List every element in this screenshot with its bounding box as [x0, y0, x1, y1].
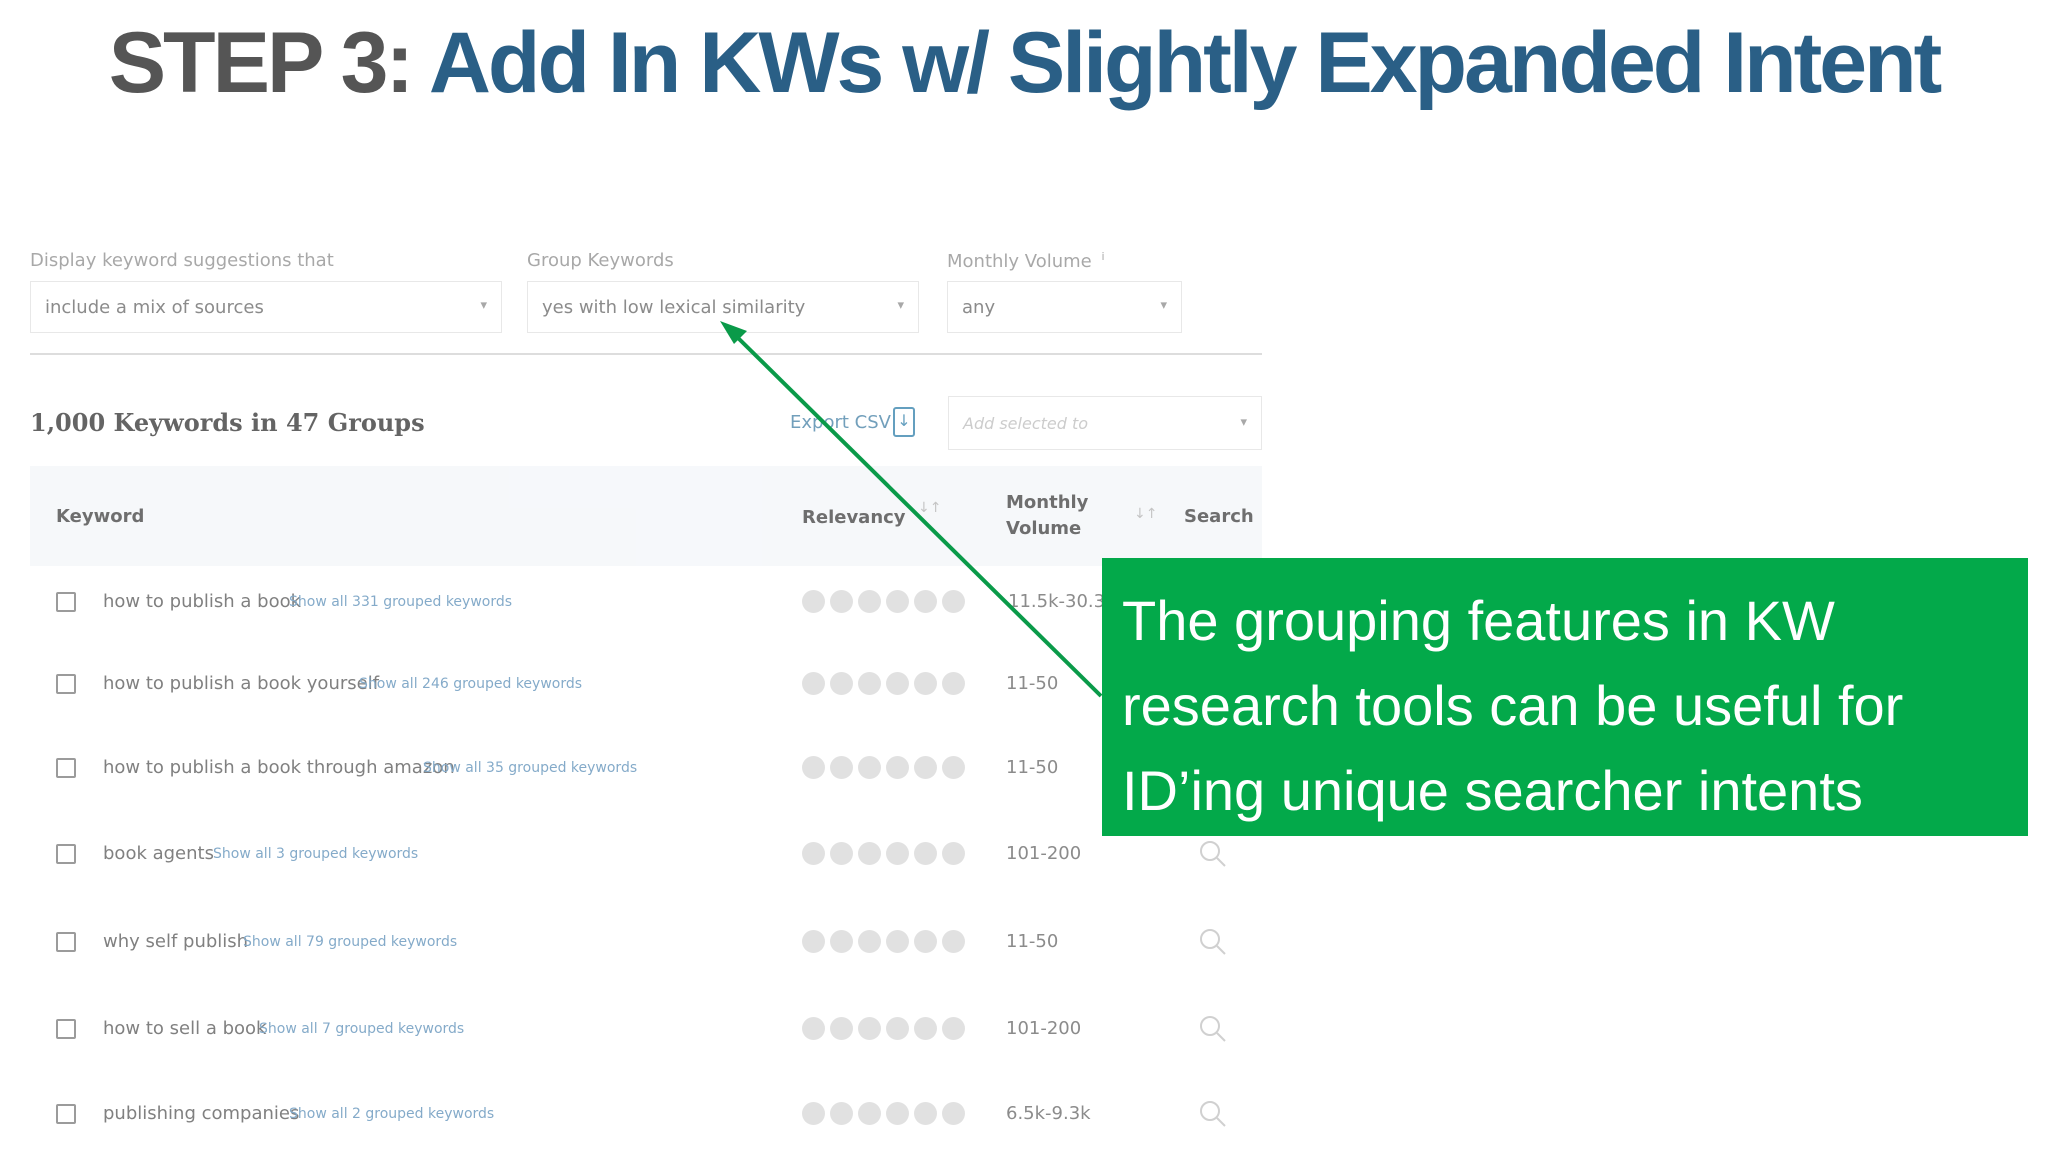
- export-csv-link[interactable]: Export CSV: [790, 412, 891, 433]
- row-volume: 101-200: [1006, 1018, 1082, 1039]
- chevron-down-icon: ▾: [897, 298, 904, 313]
- callout-text: The grouping features in KW research too…: [1122, 589, 1904, 822]
- relevancy-dots: [802, 1102, 965, 1125]
- group-keywords-dropdown[interactable]: yes with low lexical similarity ▾: [527, 281, 919, 333]
- chevron-down-icon: ▾: [1160, 298, 1167, 313]
- grouped-keywords-link[interactable]: Show all 79 grouped keywords: [243, 934, 457, 950]
- row-volume: 11.5k-30.3k: [1008, 591, 1116, 612]
- slide-title: STEP 3: Add In KWs w/ Slightly Expanded …: [0, 14, 2048, 113]
- table-row: book agents Show all 3 grouped keywords …: [30, 824, 1262, 884]
- chevron-down-icon: ▾: [480, 298, 487, 313]
- suggestions-dropdown[interactable]: include a mix of sources ▾: [30, 281, 502, 333]
- grouped-keywords-link[interactable]: Show all 3 grouped keywords: [213, 846, 418, 862]
- row-checkbox[interactable]: [56, 758, 76, 778]
- search-icon[interactable]: [1198, 1099, 1228, 1129]
- row-checkbox[interactable]: [56, 1104, 76, 1124]
- column-header-search[interactable]: Search: [1184, 506, 1254, 527]
- table-row: how to publish a book yourself Show all …: [30, 654, 1262, 714]
- row-volume: 11-50: [1006, 673, 1059, 694]
- search-icon[interactable]: [1198, 927, 1228, 957]
- add-selected-placeholder: Add selected to: [963, 414, 1089, 433]
- relevancy-dots: [802, 1017, 965, 1040]
- column-header-monthly-volume-line2: Volume: [1006, 518, 1082, 539]
- row-checkbox[interactable]: [56, 1019, 76, 1039]
- table-row: how to publish a book Show all 331 group…: [30, 572, 1262, 632]
- row-volume: 11-50: [1006, 757, 1059, 778]
- add-selected-dropdown[interactable]: Add selected to ▾: [948, 396, 1262, 450]
- row-checkbox[interactable]: [56, 592, 76, 612]
- row-volume: 11-50: [1006, 931, 1059, 952]
- grouped-keywords-link[interactable]: Show all 7 grouped keywords: [259, 1021, 464, 1037]
- grouped-keywords-link[interactable]: Show all 2 grouped keywords: [289, 1106, 494, 1122]
- search-icon[interactable]: [1198, 839, 1228, 869]
- relevancy-dots: [802, 672, 965, 695]
- results-summary: 1,000 Keywords in 47 Groups: [30, 408, 425, 437]
- column-header-keyword[interactable]: Keyword: [56, 506, 144, 527]
- slide-title-main: Add In KWs w/ Slightly Expanded Intent: [428, 15, 1942, 111]
- info-icon[interactable]: i: [1101, 250, 1104, 263]
- divider: [30, 353, 1262, 355]
- grouped-keywords-link[interactable]: Show all 331 grouped keywords: [289, 594, 512, 610]
- row-checkbox[interactable]: [56, 844, 76, 864]
- table-row: how to sell a book Show all 7 grouped ke…: [30, 999, 1262, 1059]
- table-row: how to publish a book through amazon Sho…: [30, 738, 1262, 798]
- callout-box: The grouping features in KW research too…: [1102, 558, 2028, 836]
- table-row: why self publish Show all 79 grouped key…: [30, 912, 1262, 972]
- table-row: publishing companies Show all 2 grouped …: [30, 1084, 1262, 1144]
- suggestions-filter-label: Display keyword suggestions that: [30, 250, 334, 271]
- relevancy-dots: [802, 590, 965, 613]
- row-keyword: how to publish a book: [103, 591, 302, 612]
- row-keyword: how to sell a book: [103, 1018, 267, 1039]
- row-keyword: why self publish: [103, 931, 249, 952]
- table-header: Keyword Relevancy ↓↑ Monthly Volume ↓↑ S…: [30, 466, 1262, 566]
- monthly-volume-label: Monthly Volume i: [947, 250, 1105, 272]
- group-keywords-label: Group Keywords: [527, 250, 674, 271]
- relevancy-dots: [802, 930, 965, 953]
- group-keywords-dropdown-value: yes with low lexical similarity: [542, 297, 806, 318]
- row-volume: 6.5k-9.3k: [1006, 1103, 1091, 1124]
- grouped-keywords-link[interactable]: Show all 246 grouped keywords: [359, 676, 582, 692]
- row-keyword: how to publish a book through amazon: [103, 757, 455, 778]
- row-volume: 101-200: [1006, 843, 1082, 864]
- monthly-volume-label-text: Monthly Volume: [947, 251, 1092, 272]
- monthly-volume-dropdown[interactable]: any ▾: [947, 281, 1182, 333]
- row-checkbox[interactable]: [56, 674, 76, 694]
- column-header-relevancy[interactable]: Relevancy: [802, 507, 906, 528]
- row-keyword: publishing companies: [103, 1103, 300, 1124]
- row-checkbox[interactable]: [56, 932, 76, 952]
- grouped-keywords-link[interactable]: Show all 35 grouped keywords: [423, 760, 637, 776]
- relevancy-dots: [802, 756, 965, 779]
- suggestions-dropdown-value: include a mix of sources: [45, 297, 264, 318]
- slide-title-step: STEP 3:: [108, 15, 414, 111]
- chevron-down-icon: ▾: [1240, 415, 1247, 430]
- monthly-volume-dropdown-value: any: [962, 297, 996, 318]
- search-icon[interactable]: [1198, 1014, 1228, 1044]
- sort-icon[interactable]: ↓↑: [1134, 506, 1157, 522]
- download-icon[interactable]: ↓: [893, 407, 915, 437]
- relevancy-dots: [802, 842, 965, 865]
- row-keyword: book agents: [103, 843, 214, 864]
- sort-icon[interactable]: ↓↑: [918, 500, 941, 516]
- column-header-monthly-volume[interactable]: Monthly: [1006, 492, 1088, 513]
- row-keyword: how to publish a book yourself: [103, 673, 380, 694]
